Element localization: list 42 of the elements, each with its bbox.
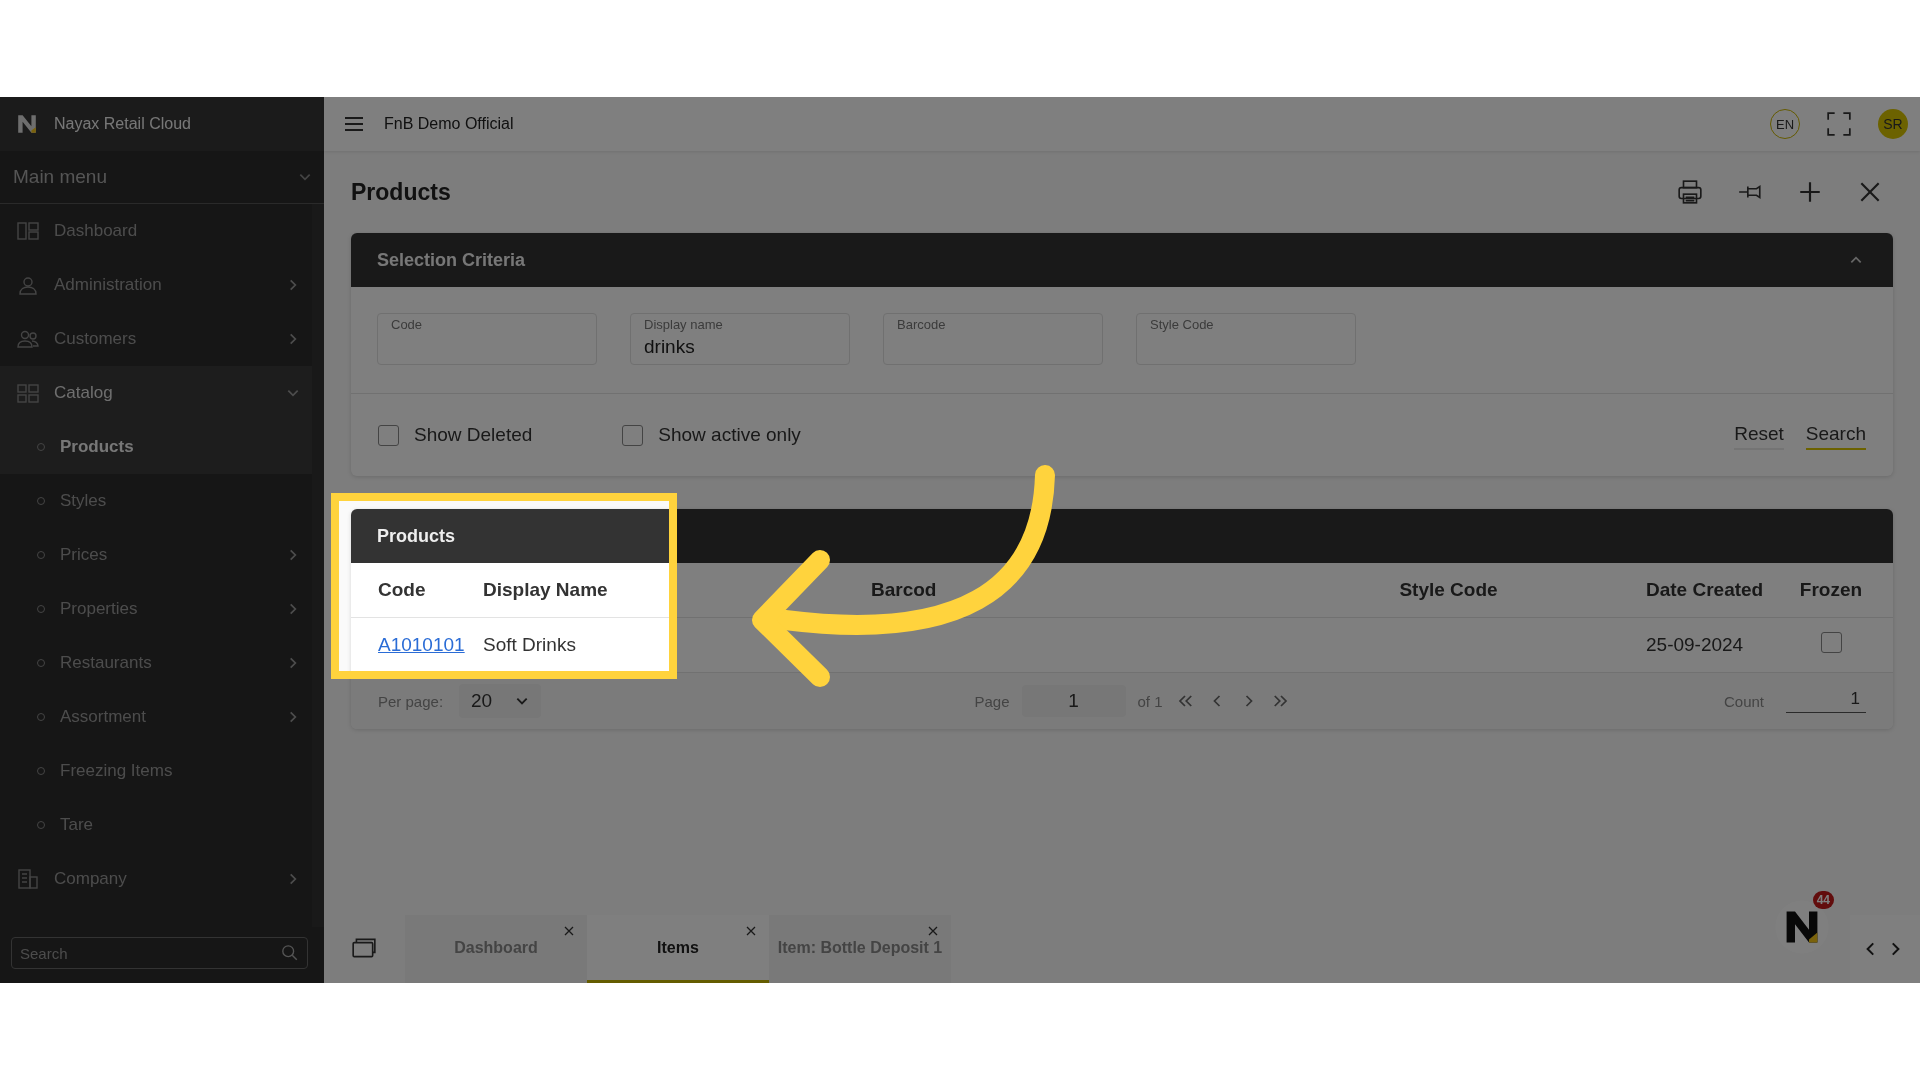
checkbox[interactable] (1820, 632, 1842, 653)
windows-icon[interactable] (351, 937, 377, 959)
add-icon[interactable] (1797, 179, 1823, 205)
product-code-link[interactable]: A1010101 (378, 634, 483, 656)
page-input[interactable]: 1 (1021, 685, 1126, 717)
panel-title: Products (377, 525, 455, 547)
column-header: Display Name (483, 579, 609, 601)
column-header: Code (378, 579, 427, 601)
column-header: Frozen (1798, 579, 1864, 601)
submenu-item[interactable]: Products (0, 420, 312, 474)
per-page-dropdown[interactable]: 20 (459, 684, 542, 718)
notification-badge: 44 (1812, 891, 1834, 909)
table-cell-text: 25-09-2024 (1646, 634, 1745, 656)
search-button[interactable]: Search (1805, 420, 1866, 450)
print-icon[interactable] (1677, 179, 1703, 205)
table-cell-text: Soft Drinks (483, 634, 577, 656)
close-icon[interactable] (563, 925, 575, 937)
input-field[interactable]: Barcode (883, 313, 1103, 365)
checkbox[interactable] (378, 424, 399, 446)
checkbox[interactable] (622, 424, 644, 446)
column-header: Style Code (1398, 579, 1499, 601)
panel-title: Selection Criteria (377, 249, 526, 271)
search-icon (281, 944, 299, 962)
sidebar-item[interactable]: Catalog (0, 366, 312, 420)
checkbox-label: Show active only (658, 424, 801, 446)
checkbox-label: Show Deleted (414, 424, 533, 446)
main-menu-header[interactable]: Main menu (0, 151, 324, 204)
reset-button[interactable]: Reset (1734, 420, 1784, 450)
fullscreen-icon[interactable] (1826, 111, 1852, 137)
workspace-title: FnB Demo Official (384, 115, 514, 133)
input-field[interactable]: Style Code (1136, 313, 1356, 365)
close-icon[interactable] (745, 925, 757, 937)
column-header: Date Created (1646, 579, 1765, 601)
column-header: Barcod (871, 579, 938, 601)
brand-name: Nayax Retail Cloud (54, 115, 191, 133)
user-avatar[interactable]: SR (1878, 109, 1908, 139)
count-field: 1 (1786, 689, 1866, 713)
page-title: Products (351, 178, 451, 206)
input-field[interactable]: Display name drinks (630, 313, 850, 365)
close-icon[interactable] (927, 925, 939, 937)
logo-icon (16, 113, 38, 135)
input-field[interactable]: Code (377, 313, 597, 365)
